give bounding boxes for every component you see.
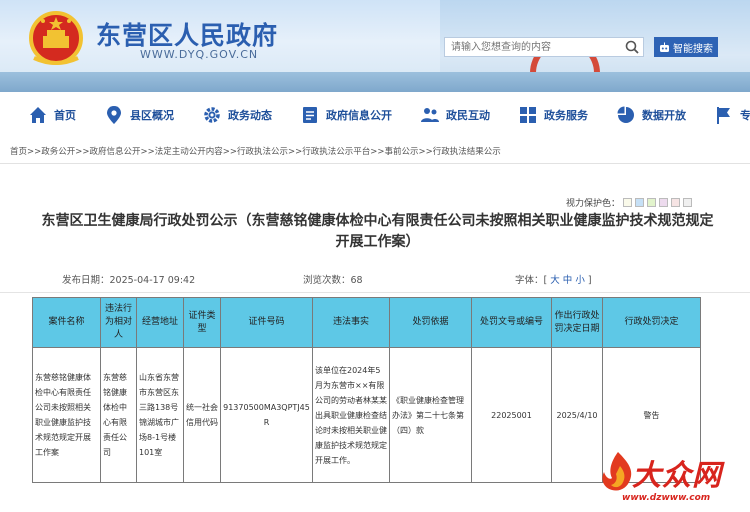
table-header-cell: 证件类型 bbox=[183, 297, 221, 348]
home-icon bbox=[30, 107, 46, 123]
color-swatch[interactable] bbox=[623, 198, 633, 207]
table-header-cell: 经营地址 bbox=[136, 297, 184, 348]
header-banner: 东营区人民政府 WWW.DYQ.GOV.CN 智能搜索 bbox=[0, 0, 750, 92]
nav-item-label: 政务动态 bbox=[228, 109, 272, 122]
search-input[interactable] bbox=[445, 38, 621, 56]
table-header-cell: 违法事实 bbox=[312, 297, 390, 348]
font-size-bracket: ] bbox=[587, 275, 592, 286]
table-cell-case-name: 东营慈铭健康体检中心有限责任公司未按照相关职业健康监护技术规范规定开展工作案 bbox=[32, 347, 101, 483]
nav-item-label: 县区概况 bbox=[130, 109, 174, 122]
divider bbox=[0, 292, 750, 293]
dzwww-watermark: 大众网 www.dzwww.com bbox=[598, 450, 748, 510]
watermark-url: www.dzwww.com bbox=[622, 493, 711, 503]
article-title: 东营区卫生健康局行政处罚公示（东营慈铭健康体检中心有限责任公司未按照相关职业健康… bbox=[41, 213, 714, 250]
nav-item-service[interactable]: 政务服务 bbox=[518, 105, 588, 125]
table-header-cell: 行政处罚决定 bbox=[602, 297, 701, 348]
map-pin-icon bbox=[107, 106, 121, 124]
table-header-cell: 处罚依据 bbox=[389, 297, 472, 348]
font-size-label: 字体：[ bbox=[515, 275, 548, 286]
font-size-switcher: 字体：[ 大 中 小 ] bbox=[515, 272, 592, 286]
nav-item-open-data[interactable]: 数据开放 bbox=[616, 105, 686, 125]
nav-item-label: 数据开放 bbox=[642, 109, 686, 122]
pie-chart-icon bbox=[617, 106, 634, 123]
nav-item-label: 首页 bbox=[54, 109, 76, 122]
site-title[interactable]: 东营区人民政府 bbox=[96, 16, 278, 52]
nav-item-info-disclosure[interactable]: 政府信息公开 bbox=[300, 105, 392, 125]
vision-label: 视力保护色： bbox=[566, 199, 621, 209]
search-icon[interactable] bbox=[623, 39, 641, 55]
nav-item-interaction[interactable]: 政民互动 bbox=[420, 105, 490, 125]
color-swatch[interactable] bbox=[683, 198, 693, 207]
font-large-link[interactable]: 大 bbox=[550, 275, 560, 286]
flag-icon bbox=[717, 107, 730, 124]
table-header-cell: 违法行为相对人 bbox=[100, 297, 137, 348]
site-url: WWW.DYQ.GOV.CN bbox=[140, 48, 259, 61]
divider bbox=[0, 163, 750, 164]
gear-icon bbox=[204, 107, 220, 123]
view-count: 浏览次数：68 bbox=[303, 275, 363, 286]
nav-item-label: 政民互动 bbox=[446, 109, 490, 122]
publish-date: 发布日期：2025-04-17 09:42 bbox=[62, 275, 196, 286]
national-emblem-icon bbox=[29, 11, 83, 65]
table-header-cell: 证件号码 bbox=[220, 297, 313, 348]
color-swatch[interactable] bbox=[671, 198, 681, 207]
table-header-cell: 案件名称 bbox=[32, 297, 101, 348]
table-cell-id-type: 统一社会信用代码 bbox=[183, 347, 221, 483]
robot-icon bbox=[660, 42, 669, 52]
table-cell-decision-date: 2025/4/10 bbox=[551, 347, 603, 483]
table-cell-basis: 《职业健康检查管理办法》第二十七条第（四）款 bbox=[389, 347, 472, 483]
table-cell-id-number: 91370500MA3QPTJ45R bbox=[220, 347, 313, 483]
main-nav: 首页 县区概况 政务动态 政府信息公开 政民互动 政务服务 数据开放 专题专栏 bbox=[0, 100, 750, 130]
watermark-text: 大众网 bbox=[632, 458, 723, 492]
table-cell-party: 东营慈铭健康体检中心有限责任公司 bbox=[100, 347, 137, 483]
document-icon bbox=[303, 107, 317, 123]
table-header-cell: 作出行政处罚决定日期 bbox=[551, 297, 603, 348]
color-swatch[interactable] bbox=[659, 198, 669, 207]
nav-item-home[interactable]: 首页 bbox=[28, 105, 76, 125]
smart-search-button[interactable]: 智能搜索 bbox=[654, 37, 718, 57]
font-medium-link[interactable]: 中 bbox=[563, 275, 573, 286]
nav-item-overview[interactable]: 县区概况 bbox=[104, 105, 174, 125]
color-swatch[interactable] bbox=[635, 198, 645, 207]
vision-protection-colors: 视力保护色： bbox=[566, 196, 693, 209]
smart-search-label: 智能搜索 bbox=[673, 43, 713, 55]
font-small-link[interactable]: 小 bbox=[575, 275, 585, 286]
table-header-row: 案件名称 违法行为相对人 经营地址 证件类型 证件号码 违法事实 处罚依据 处罚… bbox=[32, 297, 701, 348]
nav-item-news[interactable]: 政务动态 bbox=[202, 105, 272, 125]
nav-item-label: 政务服务 bbox=[544, 109, 588, 122]
nav-item-label: 政府信息公开 bbox=[326, 109, 392, 122]
search-box bbox=[444, 37, 644, 57]
article-meta: 发布日期：2025-04-17 09:42 浏览次数：68 字体：[ 大 中 小… bbox=[0, 268, 750, 288]
people-icon bbox=[421, 108, 439, 122]
table-cell-address: 山东省东营市东营区东三路138号锦湖城市广场8-1号楼101室 bbox=[136, 347, 184, 483]
water-reflection bbox=[0, 72, 750, 92]
table-cell-facts: 该单位在2024年5月为东营市××有限公司的劳动者林某某出具职业健康检查结论时未… bbox=[312, 347, 390, 483]
table-cell-doc-number: 22025001 bbox=[471, 347, 552, 483]
breadcrumb[interactable]: 首页>>政务公开>>政府信息公开>>法定主动公开内容>>行政执法公示>>行政执法… bbox=[10, 145, 740, 159]
nav-item-special-topics[interactable]: 专题专栏 bbox=[714, 105, 750, 125]
table-header-cell: 处罚文号或编号 bbox=[471, 297, 552, 348]
nav-item-label: 专题专栏 bbox=[740, 109, 750, 122]
color-swatch[interactable] bbox=[647, 198, 657, 207]
grid-icon bbox=[520, 107, 536, 123]
